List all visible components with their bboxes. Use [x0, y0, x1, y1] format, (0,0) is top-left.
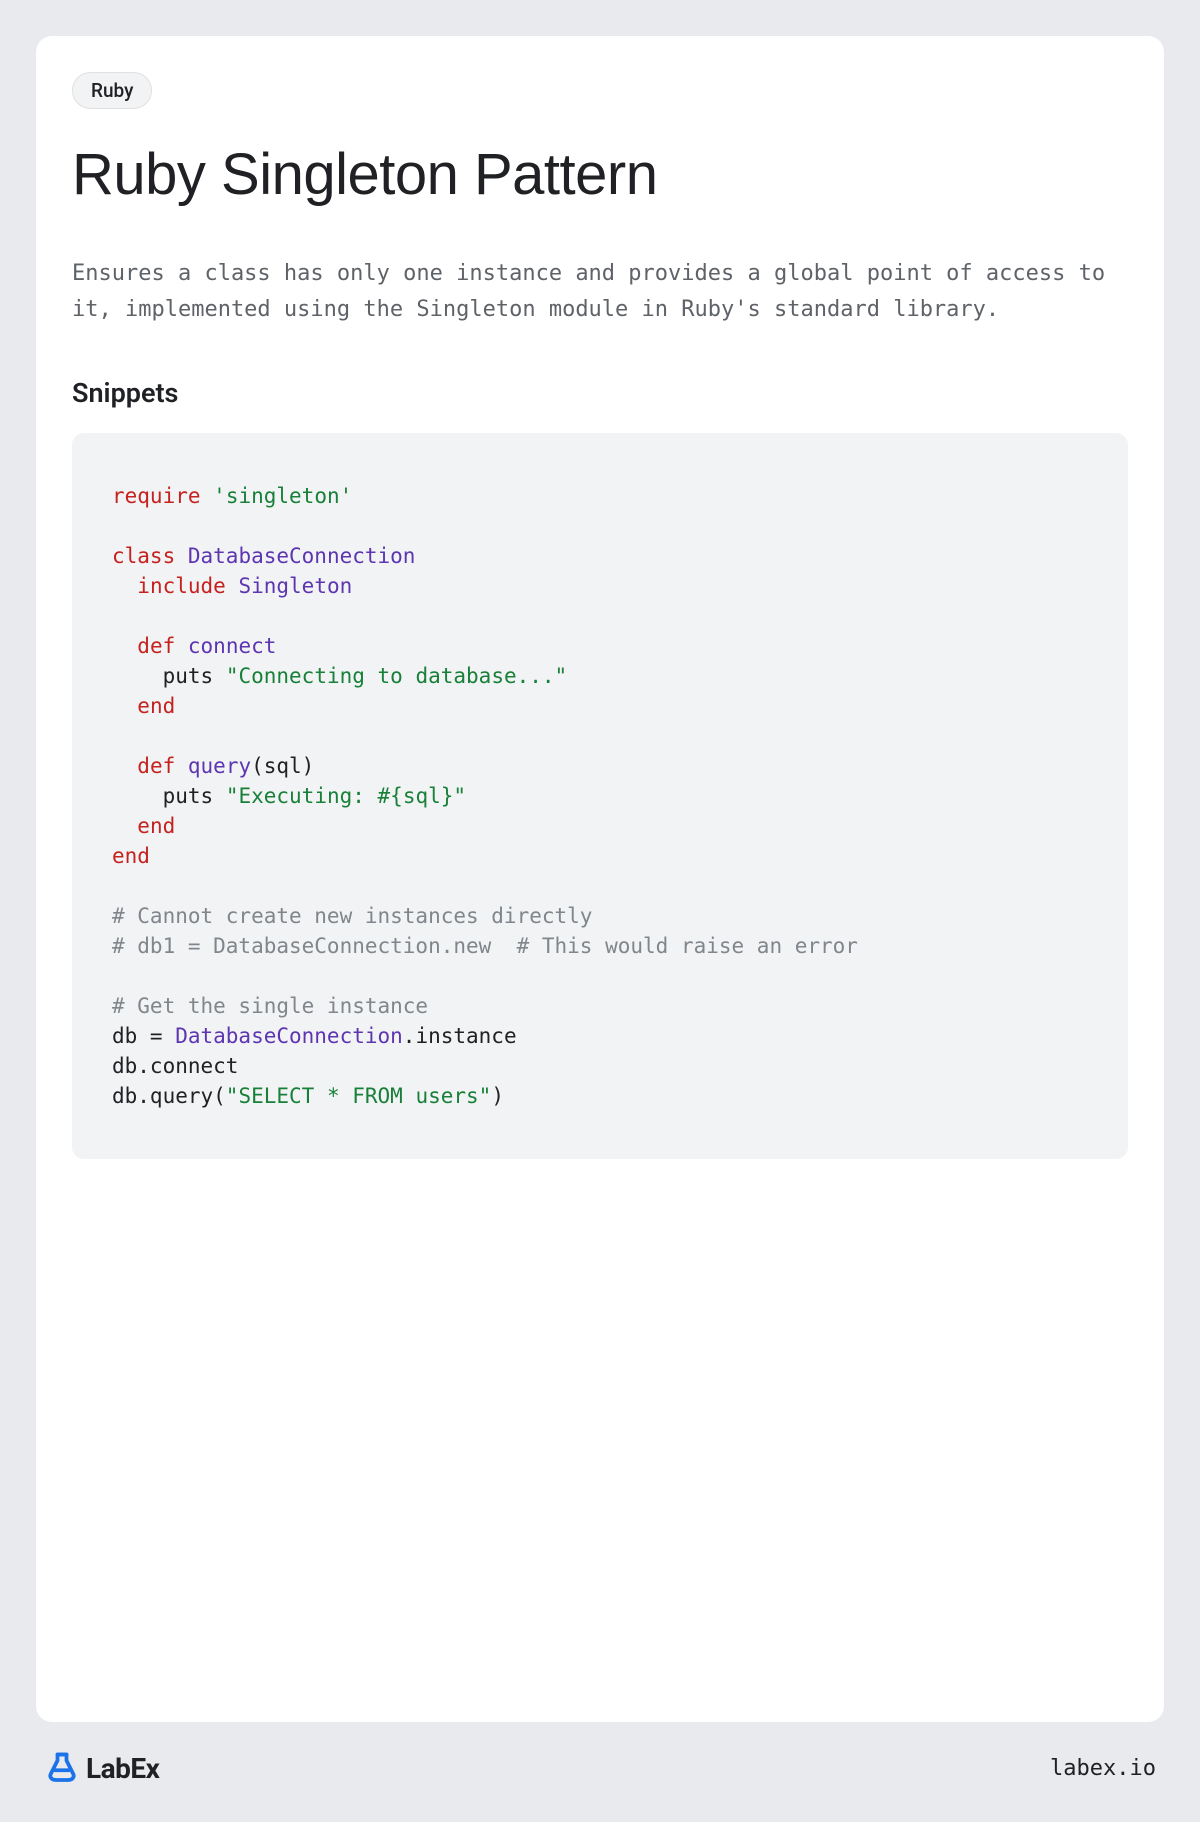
code-text: ) [491, 1084, 504, 1108]
code-string: "Executing: #{sql}" [226, 784, 466, 808]
footer-url: labex.io [1050, 1756, 1156, 1781]
code-method: query [188, 754, 251, 778]
code-keyword: include [137, 574, 226, 598]
language-tag: Ruby [72, 72, 152, 109]
code-keyword: end [137, 814, 175, 838]
footer: LabEx labex.io [36, 1722, 1164, 1786]
snippets-heading: Snippets [72, 377, 1128, 409]
code-keyword: def [137, 634, 175, 658]
code-keyword: require [112, 484, 201, 508]
code-keyword: end [137, 694, 175, 718]
code-text: db.connect [112, 1054, 238, 1078]
code-text: puts [163, 784, 214, 808]
code-text: .instance [403, 1024, 517, 1048]
logo-text: LabEx [86, 1752, 159, 1785]
code-string: 'singleton' [213, 484, 352, 508]
content-card: Ruby Ruby Singleton Pattern Ensures a cl… [36, 36, 1164, 1722]
code-text: db = [112, 1024, 175, 1048]
page-title: Ruby Singleton Pattern [72, 141, 1128, 208]
logo: LabEx [44, 1750, 159, 1786]
description-text: Ensures a class has only one instance an… [72, 256, 1128, 329]
code-keyword: def [137, 754, 175, 778]
code-text: (sql) [251, 754, 314, 778]
code-snippet: require 'singleton' class DatabaseConnec… [72, 433, 1128, 1159]
code-string: "Connecting to database..." [226, 664, 567, 688]
code-class: DatabaseConnection [175, 1024, 403, 1048]
code-comment: # Get the single instance [112, 994, 428, 1018]
code-string: "SELECT * FROM users" [226, 1084, 492, 1108]
code-comment: # Cannot create new instances directly [112, 904, 592, 928]
code-text: puts [163, 664, 214, 688]
code-text: db.query( [112, 1084, 226, 1108]
code-keyword: end [112, 844, 150, 868]
code-comment: # db1 = DatabaseConnection.new # This wo… [112, 934, 858, 958]
flask-icon [44, 1750, 80, 1786]
code-class: Singleton [238, 574, 352, 598]
code-class: DatabaseConnection [188, 544, 416, 568]
code-method: connect [188, 634, 277, 658]
code-keyword: class [112, 544, 175, 568]
